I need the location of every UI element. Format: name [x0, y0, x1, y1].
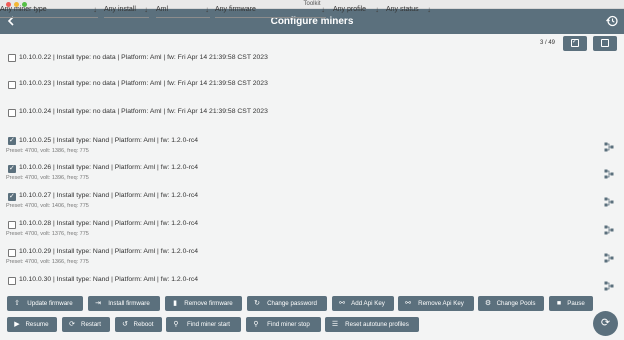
select-all-button[interactable]: ✓ — [563, 36, 587, 51]
miner-type-filter-label: Any miner type — [0, 6, 47, 13]
filter-bar — [0, 34, 624, 54]
arrow-down-icon: ↓ — [93, 5, 97, 14]
miner-type-filter[interactable]: Any miner type ↓ — [0, 5, 98, 18]
change-pools-button[interactable]: ⚙ Change Pools — [478, 296, 544, 311]
miner-info: 10.10.0.30 | Install type: Nand | Platfo… — [19, 276, 199, 283]
action-panel: ⇧ Update firmware ⇥ Install firmware ▮ R… — [0, 292, 624, 340]
miner-row[interactable]: 10.10.0.22 | Install type: no data | Pla… — [0, 54, 624, 78]
profile-filter-label: Any profile — [333, 6, 367, 13]
reset-autotune-profiles-button[interactable]: ☰ Reset autotune profiles — [325, 317, 419, 332]
miner-list: 10.10.0.22 | Install type: no data | Pla… — [0, 54, 624, 292]
pause-button[interactable]: ■ Pause — [549, 296, 593, 311]
check-icon: ✓ — [572, 39, 578, 45]
change-password-button[interactable]: ↻ Change password — [247, 296, 327, 311]
network-icon[interactable] — [604, 253, 614, 263]
history-button[interactable] — [604, 13, 620, 29]
arrow-down-icon: ↓ — [427, 5, 431, 14]
miner-row[interactable]: 10.10.0.27 | Install type: Nand | Platfo… — [0, 192, 624, 216]
refresh-icon: ⟳ — [600, 317, 611, 329]
platform-filter-label: Aml — [156, 6, 169, 13]
network-icon[interactable] — [604, 281, 614, 291]
miner-info: 10.10.0.27 | Install type: Nand | Platfo… — [19, 192, 199, 199]
deselect-all-button[interactable] — [593, 36, 617, 51]
miner-checkbox[interactable] — [8, 136, 16, 145]
miner-checkbox[interactable] — [8, 249, 16, 257]
restart-button[interactable]: ⟳ Restart — [62, 317, 110, 332]
add-api-key-button[interactable]: ⚯ Add Api Key — [332, 296, 394, 311]
find-miner-stop-button[interactable]: ⚲ Find miner stop — [246, 317, 321, 332]
network-icon[interactable] — [604, 142, 614, 152]
miner-info: 10.10.0.29 | Install type: Nand | Platfo… — [19, 248, 199, 255]
miner-row[interactable]: 10.10.0.24 | Install type: no data | Pla… — [0, 108, 624, 132]
remove-firmware-button[interactable]: ▮ Remove firmware — [165, 296, 242, 311]
miner-info: 10.10.0.25 | Install type: Nand | Platfo… — [19, 137, 199, 144]
miner-checkbox[interactable] — [8, 109, 16, 117]
miner-preset: Preset: 4700, volt: 1396, freq: 775 — [6, 175, 89, 181]
miner-checkbox[interactable] — [8, 81, 16, 89]
remove-api-key-button[interactable]: ⚯ Remove Api Key — [398, 296, 474, 311]
miner-info: 10.10.0.28 | Install type: Nand | Platfo… — [19, 220, 199, 227]
arrow-down-icon: ↓ — [205, 5, 209, 14]
update-firmware-button[interactable]: ⇧ Update firmware — [7, 296, 83, 311]
miner-preset: Preset: 4700, volt: 1406, freq: 775 — [6, 203, 89, 209]
firmware-filter-label: Any firmware — [215, 6, 256, 13]
miner-info: 10.10.0.22 | Install type: no data | Pla… — [19, 54, 268, 61]
miner-row[interactable]: 10.10.0.28 | Install type: Nand | Platfo… — [0, 220, 624, 244]
miner-preset: Preset: 4700, volt: 1376, freq: 775 — [6, 231, 89, 237]
install-filter[interactable]: Any install ↓ — [104, 5, 149, 18]
network-icon[interactable] — [604, 169, 614, 179]
miner-info: 10.10.0.26 | Install type: Nand | Platfo… — [19, 164, 199, 171]
miner-checkbox[interactable] — [8, 164, 16, 173]
platform-filter[interactable]: Aml ↓ — [156, 5, 210, 18]
miner-row[interactable]: 10.10.0.23 | Install type: no data | Pla… — [0, 80, 624, 104]
miner-row[interactable]: 10.10.0.25 | Install type: Nand | Platfo… — [0, 136, 624, 161]
checkbox-empty-icon — [601, 39, 609, 47]
miner-preset: Preset: 4700, volt: 1386, freq: 775 — [6, 148, 89, 154]
find-miner-start-button[interactable]: ⚲ Find miner start — [166, 317, 241, 332]
miner-info: 10.10.0.24 | Install type: no data | Pla… — [19, 108, 268, 115]
miner-row[interactable]: 10.10.0.29 | Install type: Nand | Platfo… — [0, 248, 624, 272]
miner-row[interactable]: 10.10.0.26 | Install type: Nand | Platfo… — [0, 164, 624, 188]
miner-info: 10.10.0.23 | Install type: no data | Pla… — [19, 80, 268, 87]
reboot-button[interactable]: ↺ Reboot — [115, 317, 162, 332]
network-icon[interactable] — [604, 197, 614, 207]
selection-count: 3 / 49 — [540, 40, 556, 46]
status-filter[interactable]: Any status ↓ — [386, 5, 432, 18]
arrow-down-icon: ↓ — [144, 5, 148, 14]
install-firmware-button[interactable]: ⇥ Install firmware — [88, 296, 160, 311]
install-filter-label: Any install — [104, 6, 136, 13]
status-filter-label: Any status — [386, 6, 419, 13]
resume-button[interactable]: ▶ Resume — [7, 317, 57, 332]
miner-preset: Preset: 4700, volt: 1366, freq: 775 — [6, 259, 89, 265]
arrow-down-icon: ↓ — [375, 5, 379, 14]
miner-checkbox[interactable] — [8, 192, 16, 201]
refresh-button[interactable]: ⟳ — [593, 311, 618, 336]
profile-filter[interactable]: Any profile ↓ — [333, 5, 380, 18]
history-icon — [606, 15, 618, 27]
network-icon[interactable] — [604, 225, 614, 235]
arrow-down-icon: ↓ — [321, 5, 325, 14]
miner-checkbox[interactable] — [8, 277, 16, 285]
miner-checkbox[interactable] — [8, 54, 16, 62]
firmware-filter[interactable]: Any firmware ↓ — [215, 5, 326, 18]
miner-checkbox[interactable] — [8, 221, 16, 229]
